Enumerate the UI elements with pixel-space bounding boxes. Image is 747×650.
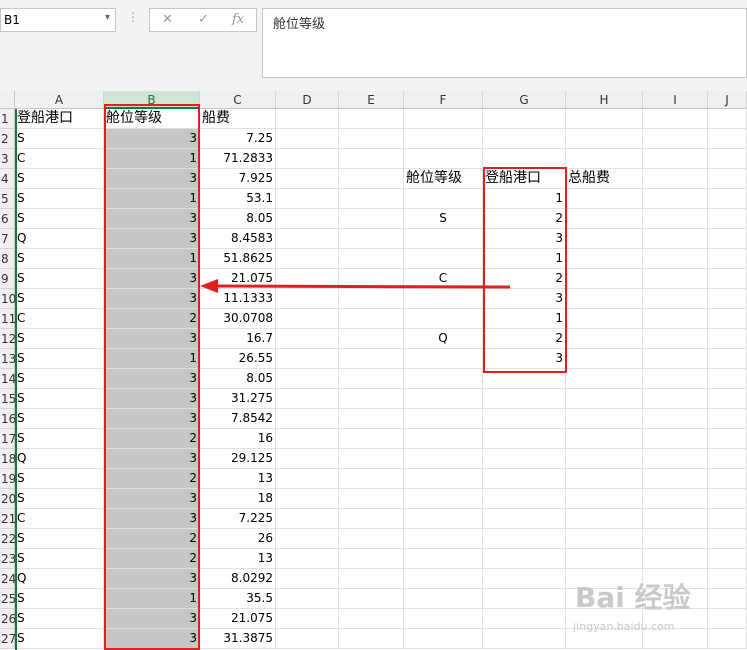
annotation-arrow bbox=[200, 279, 511, 293]
watermark: Bai 经验 jingyan.baidu.com bbox=[565, 570, 735, 640]
watermark-logo: Bai 经验 bbox=[575, 581, 691, 614]
arrow-head bbox=[200, 279, 218, 293]
arrow-shaft bbox=[214, 284, 511, 289]
watermark-url: jingyan.baidu.com bbox=[573, 620, 675, 633]
